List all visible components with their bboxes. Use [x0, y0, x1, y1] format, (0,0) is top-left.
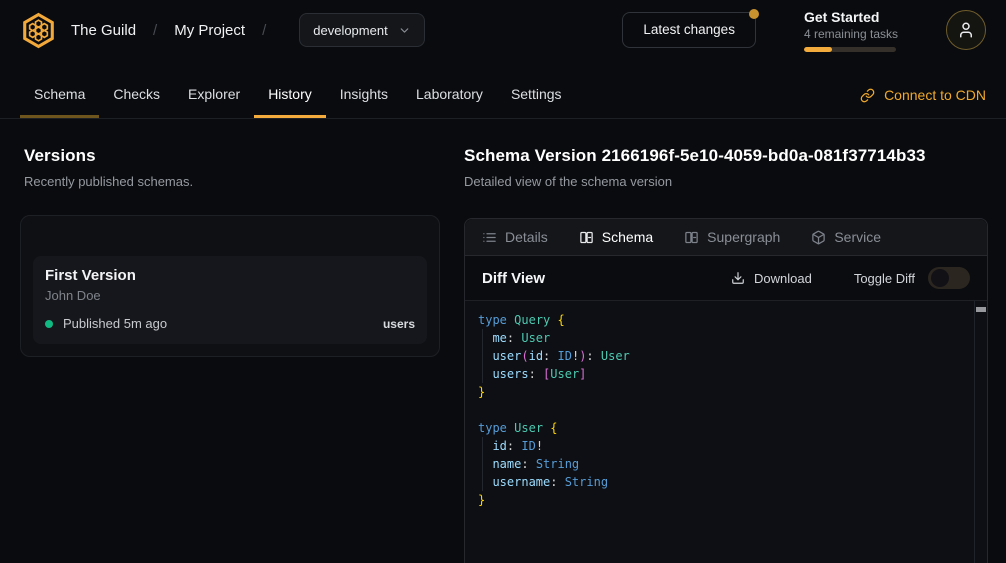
- detail-tab-supergraph[interactable]: Supergraph: [684, 229, 780, 245]
- download-button[interactable]: Download: [731, 271, 812, 286]
- download-label: Download: [754, 271, 812, 286]
- code-line: username: String: [478, 473, 963, 491]
- user-avatar[interactable]: [946, 10, 986, 50]
- diff-view-toolbar: Diff View Download Toggle Diff: [465, 256, 987, 301]
- latest-changes-label: Latest changes: [643, 22, 735, 37]
- environment-selector[interactable]: development: [299, 13, 424, 47]
- version-name: First Version: [45, 267, 415, 284]
- code-line: users: [User]: [478, 365, 963, 383]
- schema-version-panel: Schema Version 2166196f-5e10-4059-bd0a-0…: [464, 146, 988, 563]
- code-line: name: String: [478, 455, 963, 473]
- code-line: id: ID!: [478, 437, 963, 455]
- code-scrollbar: [974, 301, 987, 563]
- get-started-title: Get Started: [804, 9, 898, 25]
- person-icon: [957, 21, 975, 39]
- detail-tab-details[interactable]: Details: [482, 229, 548, 245]
- breadcrumb-org[interactable]: The Guild: [71, 22, 136, 39]
- code-line: }: [478, 491, 963, 509]
- environment-selector-value: development: [313, 23, 387, 38]
- version-service-badge: users: [383, 317, 415, 331]
- primary-nav: SchemaChecksExplorerHistoryInsightsLabor…: [0, 72, 1006, 119]
- detail-tab-schema[interactable]: Schema: [579, 229, 653, 245]
- breadcrumb-project[interactable]: My Project: [174, 22, 245, 39]
- toggle-diff-switch[interactable]: [928, 267, 970, 289]
- code-line: }: [478, 383, 963, 401]
- code-line: type User {: [478, 419, 963, 437]
- header-right-cluster: Latest changes Get Started 4 remaining t…: [622, 9, 986, 52]
- detail-tab-service[interactable]: Service: [811, 229, 881, 245]
- published-status-dot: [45, 320, 53, 328]
- get-started-subtitle: 4 remaining tasks: [804, 27, 898, 41]
- connect-to-cdn-link[interactable]: Connect to CDN: [860, 72, 986, 118]
- code-line: user(id: ID!): User: [478, 347, 963, 365]
- version-author: John Doe: [45, 288, 415, 303]
- tab-schema[interactable]: Schema: [20, 72, 99, 118]
- versions-panel: Versions Recently published schemas. Fir…: [0, 146, 464, 563]
- get-started-widget[interactable]: Get Started 4 remaining tasks: [804, 9, 898, 52]
- link-icon: [860, 88, 875, 103]
- columns-icon: [579, 230, 594, 245]
- schema-version-subtitle: Detailed view of the schema version: [464, 174, 988, 189]
- schema-version-detail-box: Details Schema Supergraph Service Diff View…: [464, 218, 988, 563]
- breadcrumb: The Guild / My Project /: [71, 22, 283, 39]
- versions-title: Versions: [24, 146, 440, 166]
- diff-view-actions: Download Toggle Diff: [731, 267, 970, 289]
- code-scrollbar-thumb[interactable]: [976, 307, 986, 312]
- tab-history[interactable]: History: [254, 72, 326, 118]
- cube-icon: [811, 230, 826, 245]
- code-line: type Query {: [478, 311, 963, 329]
- version-list-item[interactable]: First Version John Doe Published 5m ago use…: [33, 256, 427, 344]
- latest-changes-button[interactable]: Latest changes: [622, 12, 756, 48]
- chevron-down-icon: [398, 24, 411, 37]
- code-line: me: User: [478, 329, 963, 347]
- code-content: type Query { me: User user(id: ID!): Use…: [478, 311, 963, 509]
- version-status: Published 5m ago: [63, 316, 167, 331]
- main-content: Versions Recently published schemas. Fir…: [0, 119, 1006, 563]
- tab-explorer[interactable]: Explorer: [174, 72, 254, 118]
- versions-subtitle: Recently published schemas.: [24, 174, 440, 189]
- get-started-progress-bar: [804, 47, 896, 52]
- toggle-diff-label: Toggle Diff: [854, 271, 915, 286]
- list-icon: [482, 230, 497, 245]
- breadcrumb-separator: /: [262, 22, 266, 39]
- app-header: The Guild / My Project / development Lat…: [0, 0, 1006, 60]
- columns-icon: [684, 230, 699, 245]
- get-started-progress-fill: [804, 47, 832, 52]
- breadcrumb-separator: /: [153, 22, 157, 39]
- code-line: [478, 401, 963, 419]
- notification-dot: [749, 9, 759, 19]
- detail-tabs: Details Schema Supergraph Service: [465, 219, 987, 256]
- tab-checks[interactable]: Checks: [99, 72, 174, 118]
- toggle-diff-knob: [931, 269, 949, 287]
- schema-version-title: Schema Version 2166196f-5e10-4059-bd0a-0…: [464, 146, 988, 166]
- connect-to-cdn-label: Connect to CDN: [884, 87, 986, 103]
- diff-view-title: Diff View: [482, 270, 545, 287]
- hive-logo[interactable]: [20, 12, 57, 49]
- schema-code-viewer: type Query { me: User user(id: ID!): Use…: [465, 301, 987, 563]
- versions-list-card: First Version John Doe Published 5m ago use…: [20, 215, 440, 357]
- tab-laboratory[interactable]: Laboratory: [402, 72, 497, 118]
- download-icon: [731, 271, 745, 285]
- tab-settings[interactable]: Settings: [497, 72, 576, 118]
- nav-tabs: SchemaChecksExplorerHistoryInsightsLabor…: [20, 72, 576, 118]
- tab-insights[interactable]: Insights: [326, 72, 402, 118]
